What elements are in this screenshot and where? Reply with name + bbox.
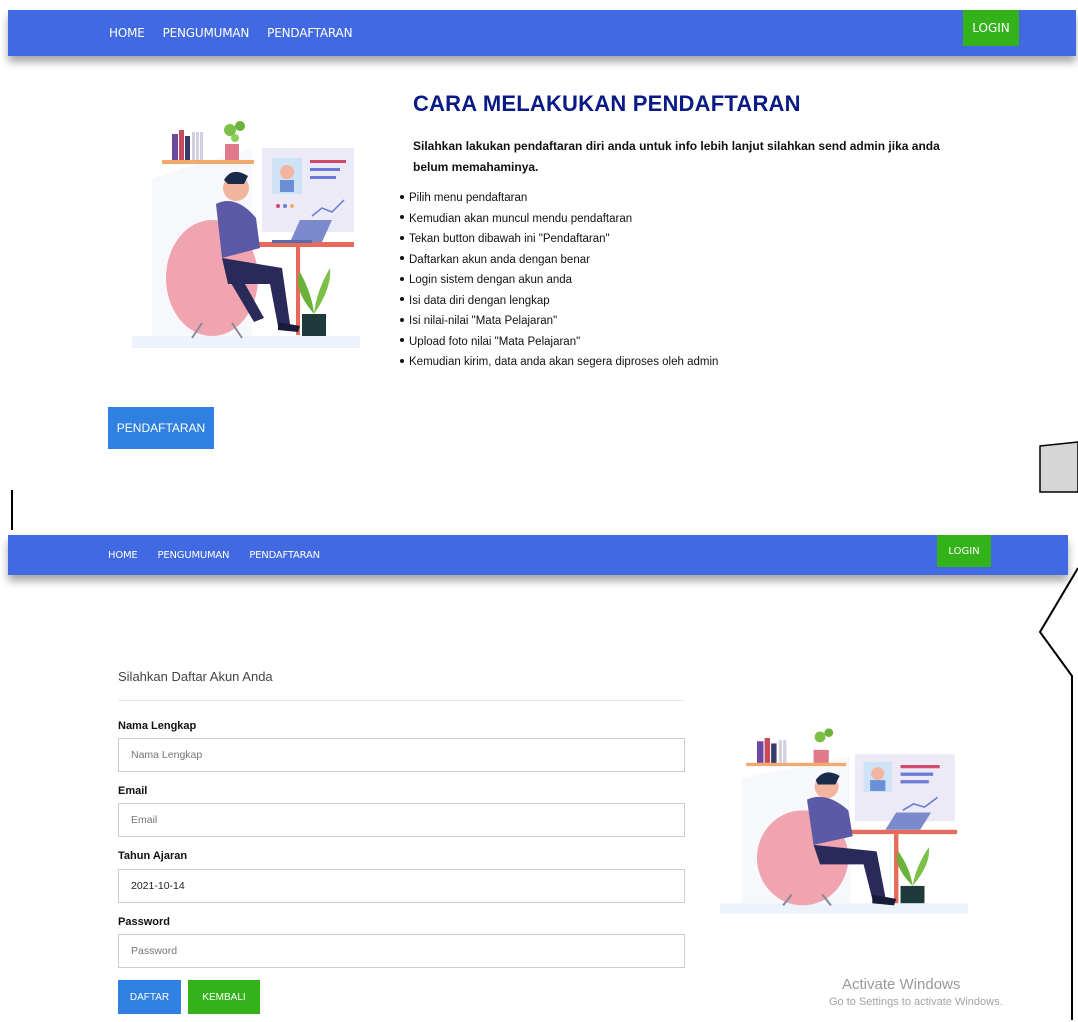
list-item: Kemudian akan muncul mendu pendaftaran [400,209,718,230]
page: HOME PENGUMUMAN PENDAFTARAN LOGIN CARA M… [0,0,1078,1022]
bullet-icon [400,215,404,220]
login-button[interactable]: LOGIN [963,10,1019,46]
bullet-icon [400,338,404,343]
bullet-icon [400,256,404,261]
nav-home-link[interactable]: HOME [109,26,145,40]
bullet-icon [400,317,404,322]
kembali-button[interactable]: KEMBALI [188,980,260,1014]
bullet-icon [400,194,404,199]
list-item: Isi nilai-nilai "Mata Pelajaran" [400,311,718,332]
login-button[interactable]: LOGIN [937,535,991,567]
divider-line [11,490,13,530]
bullet-icon [400,235,404,240]
form-heading: Silahkan Daftar Akun Anda [118,669,273,684]
list-item: Login sistem dengan akun anda [400,270,718,291]
list-item: Isi data diri dengan lengkap [400,291,718,312]
steps-list: Pilih menu pendaftaran Kemudian akan mun… [400,188,718,373]
daftar-button[interactable]: DAFTAR [118,980,181,1014]
password-input[interactable] [118,934,685,968]
top-nav-links: HOME PENGUMUMAN PENDAFTARAN [109,10,370,56]
list-item: Tekan button dibawah ini "Pendaftaran" [400,229,718,250]
tahun-ajaran-input[interactable] [118,869,685,903]
nav-home-link[interactable]: HOME [108,550,138,561]
top-navbar: HOME PENGUMUMAN PENDAFTARAN LOGIN [8,10,1076,56]
list-item: Daftarkan akun anda dengan benar [400,250,718,271]
nav-pendaftaran-link[interactable]: PENDAFTARAN [249,550,320,561]
bottom-navbar: HOME PENGUMUMAN PENDAFTARAN LOGIN [8,535,1068,575]
list-item: Kemudian kirim, data anda akan segera di… [400,352,718,373]
email-input[interactable] [118,803,685,837]
nama-lengkap-label: Nama Lengkap [118,720,197,732]
activate-windows-subtitle: Go to Settings to activate Windows. [829,996,1003,1008]
activate-windows-title: Activate Windows [842,976,961,993]
nav-pendaftaran-link[interactable]: PENDAFTARAN [267,26,352,40]
list-item: Pilih menu pendaftaran [400,188,718,209]
list-item: Upload foto nilai "Mata Pelajaran" [400,332,718,353]
bottom-nav-links: HOME PENGUMUMAN PENDAFTARAN [108,535,340,575]
bullet-icon [400,297,404,302]
nama-lengkap-input[interactable] [118,738,685,772]
tahun-ajaran-label: Tahun Ajaran [118,850,188,862]
workspace-illustration [132,121,360,348]
form-divider [118,700,684,701]
nav-pengumuman-link[interactable]: PENGUMUMAN [158,550,230,561]
nav-pengumuman-link[interactable]: PENGUMUMAN [163,26,250,40]
page-title: CARA MELAKUKAN PENDAFTARAN [413,91,801,116]
workspace-illustration [720,728,968,914]
bullet-icon [400,358,404,363]
bullet-icon [400,276,404,281]
page-subtitle: Silahkan lakukan pendaftaran diri anda u… [413,139,940,174]
pendaftaran-button[interactable]: PENDAFTARAN [108,407,214,449]
up-arrow-icon [1038,441,1078,1020]
password-label: Password [118,916,170,928]
email-label: Email [118,785,148,797]
